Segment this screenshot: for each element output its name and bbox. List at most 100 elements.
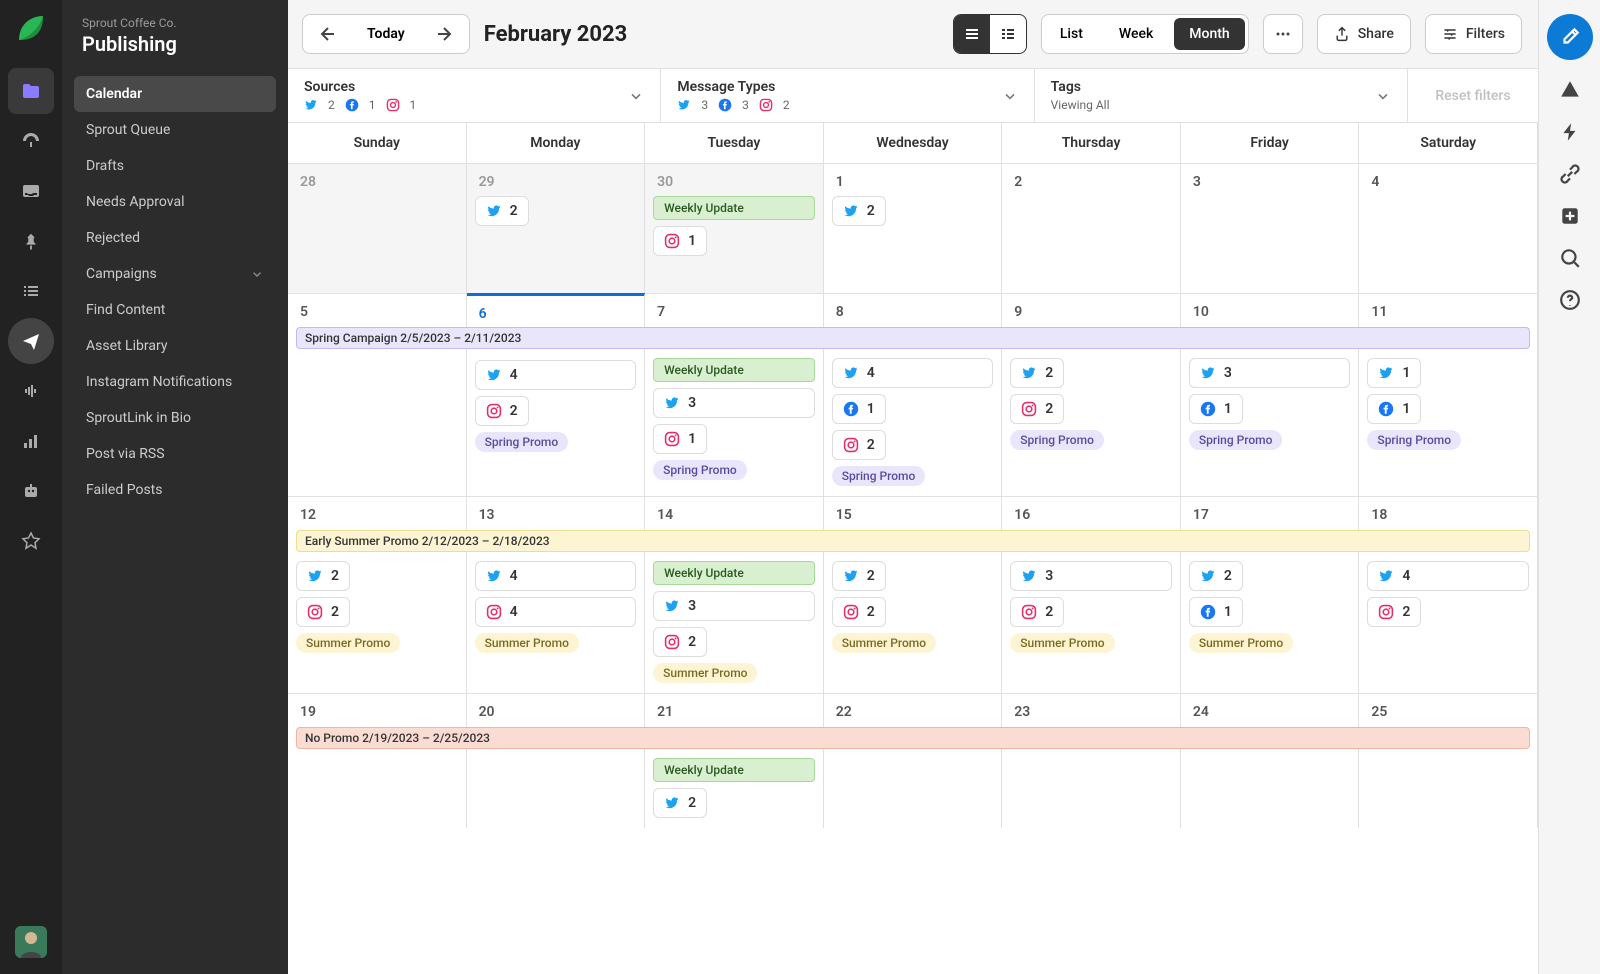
search-icon[interactable]: [1558, 246, 1582, 270]
tw-count-pill[interactable]: 4: [1367, 561, 1529, 591]
calendar-day[interactable]: 4: [1359, 163, 1538, 293]
calendar-day[interactable]: 24: [1181, 693, 1360, 828]
rail-list-icon[interactable]: [8, 268, 54, 314]
sidebar-item-sproutlink-in-bio[interactable]: SproutLink in Bio: [74, 400, 276, 436]
tw-count-pill[interactable]: 4: [475, 561, 637, 591]
sidebar-item-calendar[interactable]: Calendar: [74, 76, 276, 112]
sidebar-item-sprout-queue[interactable]: Sprout Queue: [74, 112, 276, 148]
calendar-day[interactable]: 25: [1359, 693, 1538, 828]
promo-tag[interactable]: Summer Promo: [832, 633, 936, 653]
weekly-update-tag[interactable]: Weekly Update: [653, 561, 815, 585]
tw-count-pill[interactable]: 3: [653, 591, 815, 621]
calendar-day[interactable]: 1344Summer Promo: [467, 496, 646, 693]
calendar-day[interactable]: 5: [288, 293, 467, 496]
sprout-logo-icon[interactable]: [15, 12, 47, 44]
ig-count-pill[interactable]: 2: [475, 396, 529, 426]
weekly-update-tag[interactable]: Weekly Update: [653, 758, 815, 782]
fb-count-pill[interactable]: 1: [1189, 597, 1243, 627]
user-avatar[interactable]: [15, 926, 47, 958]
link-icon[interactable]: [1558, 162, 1582, 186]
ig-count-pill[interactable]: 1: [653, 226, 707, 256]
calendar-day[interactable]: 3: [1181, 163, 1360, 293]
sidebar-item-campaigns[interactable]: Campaigns: [74, 256, 276, 292]
promo-tag[interactable]: Summer Promo: [296, 633, 400, 653]
sidebar-item-rejected[interactable]: Rejected: [74, 220, 276, 256]
alert-icon[interactable]: [1558, 78, 1582, 102]
tw-count-pill[interactable]: 3: [1189, 358, 1351, 388]
calendar-day[interactable]: 14Weekly Update32Summer Promo: [645, 496, 824, 693]
fb-count-pill[interactable]: 1: [832, 394, 886, 424]
calendar-day[interactable]: 642Spring Promo: [467, 293, 646, 496]
sidebar-item-asset-library[interactable]: Asset Library: [74, 328, 276, 364]
calendar-day[interactable]: 2: [1002, 163, 1181, 293]
more-button[interactable]: [1263, 14, 1303, 54]
rail-send-icon[interactable]: [8, 318, 54, 364]
promo-tag[interactable]: Spring Promo: [1189, 430, 1283, 450]
help-icon[interactable]: [1558, 288, 1582, 312]
bolt-icon[interactable]: [1558, 120, 1582, 144]
promo-tag[interactable]: Spring Promo: [1367, 430, 1461, 450]
calendar-day[interactable]: 292: [467, 163, 646, 293]
promo-tag[interactable]: Summer Promo: [475, 633, 579, 653]
tw-count-pill[interactable]: 4: [832, 358, 994, 388]
today-button[interactable]: Today: [349, 15, 423, 53]
ig-count-pill[interactable]: 1: [653, 424, 707, 454]
sidebar-item-find-content[interactable]: Find Content: [74, 292, 276, 328]
ig-count-pill[interactable]: 4: [475, 597, 637, 627]
calendar-day[interactable]: 22: [824, 693, 1003, 828]
calendar-day[interactable]: 1522Summer Promo: [824, 496, 1003, 693]
rail-folder-icon[interactable]: [8, 68, 54, 114]
filter-sources[interactable]: Sources 2 1 1: [288, 69, 661, 122]
rail-sound-icon[interactable]: [8, 368, 54, 414]
ig-count-pill[interactable]: 2: [1010, 597, 1064, 627]
sidebar-item-failed-posts[interactable]: Failed Posts: [74, 472, 276, 508]
view-list[interactable]: List: [1042, 15, 1101, 53]
rail-analytics-icon[interactable]: [8, 418, 54, 464]
calendar-day[interactable]: 1111Spring Promo: [1359, 293, 1538, 496]
tw-count-pill[interactable]: 2: [1189, 561, 1243, 591]
fb-count-pill[interactable]: 1: [1189, 394, 1243, 424]
promo-tag[interactable]: Spring Promo: [653, 460, 747, 480]
calendar-day[interactable]: 30Weekly Update1: [645, 163, 824, 293]
reset-filters-button[interactable]: Reset filters: [1408, 69, 1538, 122]
ig-count-pill[interactable]: 2: [653, 627, 707, 657]
campaign-span[interactable]: Spring Campaign 2/5/2023 – 2/11/2023: [296, 327, 1530, 349]
sidebar-item-needs-approval[interactable]: Needs Approval: [74, 184, 276, 220]
calendar-day[interactable]: 1031Spring Promo: [1181, 293, 1360, 496]
campaign-span[interactable]: No Promo 2/19/2023 – 2/25/2023: [296, 727, 1530, 749]
tw-count-pill[interactable]: 2: [832, 196, 886, 226]
next-button[interactable]: [423, 15, 469, 53]
tw-count-pill[interactable]: 2: [475, 196, 529, 226]
rail-pin-icon[interactable]: [8, 218, 54, 264]
tw-count-pill[interactable]: 3: [653, 388, 815, 418]
calendar-day[interactable]: 1222Summer Promo: [288, 496, 467, 693]
filter-types[interactable]: Message Types 3 3 2: [661, 69, 1034, 122]
weekly-update-tag[interactable]: Weekly Update: [653, 196, 815, 220]
tw-count-pill[interactable]: 4: [475, 360, 637, 390]
view-month[interactable]: Month: [1174, 18, 1244, 50]
compose-button[interactable]: [1547, 14, 1593, 60]
fb-count-pill[interactable]: 1: [1367, 394, 1421, 424]
promo-tag[interactable]: Summer Promo: [653, 663, 757, 683]
sidebar-item-post-via-rss[interactable]: Post via RSS: [74, 436, 276, 472]
calendar-day[interactable]: 1842: [1359, 496, 1538, 693]
campaign-span[interactable]: Early Summer Promo 2/12/2023 – 2/18/2023: [296, 530, 1530, 552]
prev-button[interactable]: [303, 15, 349, 53]
weekly-update-tag[interactable]: Weekly Update: [653, 358, 815, 382]
tw-count-pill[interactable]: 3: [1010, 561, 1172, 591]
ig-count-pill[interactable]: 2: [832, 430, 886, 460]
calendar-day[interactable]: 23: [1002, 693, 1181, 828]
calendar-day[interactable]: 19: [288, 693, 467, 828]
promo-tag[interactable]: Spring Promo: [1010, 430, 1104, 450]
rail-bot-icon[interactable]: [8, 468, 54, 514]
ig-count-pill[interactable]: 2: [832, 597, 886, 627]
calendar-day[interactable]: 1721Summer Promo: [1181, 496, 1360, 693]
density-compact[interactable]: [954, 15, 990, 53]
sidebar-item-drafts[interactable]: Drafts: [74, 148, 276, 184]
tw-count-pill[interactable]: 2: [296, 561, 350, 591]
ig-count-pill[interactable]: 2: [1367, 597, 1421, 627]
filter-tags[interactable]: Tags Viewing All: [1035, 69, 1408, 122]
calendar-day[interactable]: 7Weekly Update31Spring Promo: [645, 293, 824, 496]
promo-tag[interactable]: Spring Promo: [832, 466, 926, 486]
calendar-day[interactable]: 21Weekly Update2: [645, 693, 824, 828]
